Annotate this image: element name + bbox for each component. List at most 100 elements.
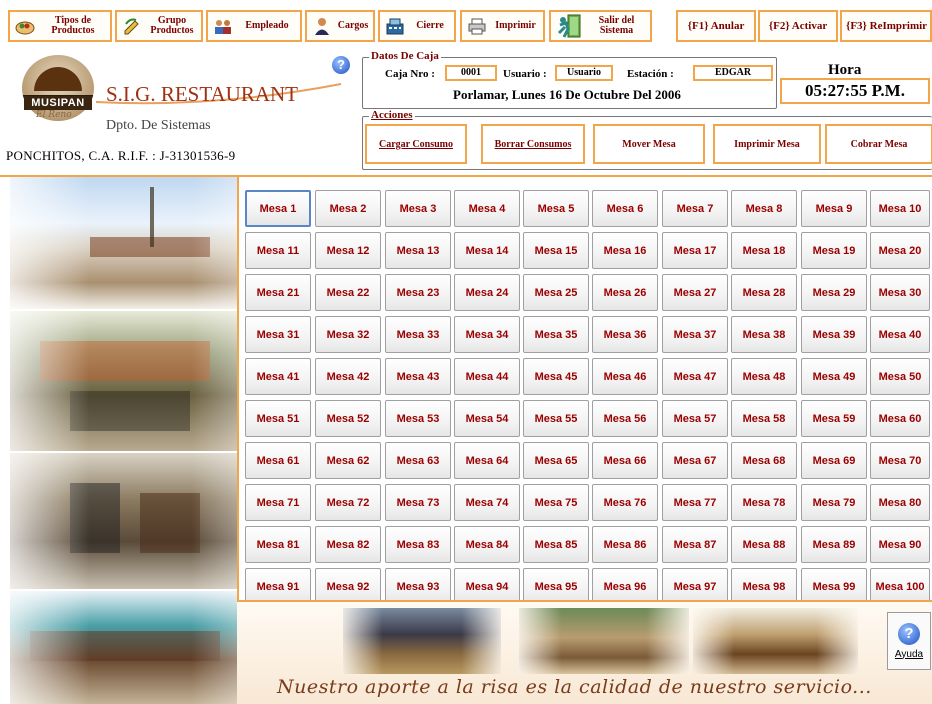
mesa-button-13[interactable]: Mesa 13 xyxy=(385,232,451,269)
imprimir-button[interactable]: Imprimir xyxy=(460,10,545,42)
mesa-button-26[interactable]: Mesa 26 xyxy=(592,274,658,311)
mesa-button-52[interactable]: Mesa 52 xyxy=(315,400,381,437)
mesa-button-64[interactable]: Mesa 64 xyxy=(454,442,520,479)
mesa-button-4[interactable]: Mesa 4 xyxy=(454,190,520,227)
mesa-button-50[interactable]: Mesa 50 xyxy=(870,358,930,395)
mesa-button-66[interactable]: Mesa 66 xyxy=(592,442,658,479)
empleado-button[interactable]: Empleado xyxy=(206,10,302,42)
mesa-button-89[interactable]: Mesa 89 xyxy=(801,526,867,563)
mesa-button-51[interactable]: Mesa 51 xyxy=(245,400,311,437)
f1-anular-button[interactable]: {F1} Anular xyxy=(676,10,756,42)
mesa-button-82[interactable]: Mesa 82 xyxy=(315,526,381,563)
mesa-button-61[interactable]: Mesa 61 xyxy=(245,442,311,479)
mesa-button-76[interactable]: Mesa 76 xyxy=(592,484,658,521)
mesa-button-84[interactable]: Mesa 84 xyxy=(454,526,520,563)
mesa-button-28[interactable]: Mesa 28 xyxy=(731,274,797,311)
mesa-button-83[interactable]: Mesa 83 xyxy=(385,526,451,563)
mesa-button-42[interactable]: Mesa 42 xyxy=(315,358,381,395)
mesa-button-55[interactable]: Mesa 55 xyxy=(523,400,589,437)
cobrar-mesa-button[interactable]: Cobrar Mesa xyxy=(825,124,932,164)
mesa-button-90[interactable]: Mesa 90 xyxy=(870,526,930,563)
mesa-button-9[interactable]: Mesa 9 xyxy=(801,190,867,227)
grupo-productos-button[interactable]: Grupo Productos xyxy=(115,10,203,42)
mesa-button-38[interactable]: Mesa 38 xyxy=(731,316,797,353)
mesa-button-67[interactable]: Mesa 67 xyxy=(662,442,728,479)
mesa-button-5[interactable]: Mesa 5 xyxy=(523,190,589,227)
mesa-button-10[interactable]: Mesa 10 xyxy=(870,190,930,227)
mesa-button-2[interactable]: Mesa 2 xyxy=(315,190,381,227)
salir-sistema-button[interactable]: Salir del Sistema xyxy=(549,10,652,42)
mesa-button-7[interactable]: Mesa 7 xyxy=(662,190,728,227)
mesa-button-18[interactable]: Mesa 18 xyxy=(731,232,797,269)
mesa-button-24[interactable]: Mesa 24 xyxy=(454,274,520,311)
f3-reimprimir-button[interactable]: {F3} ReImprimir xyxy=(840,10,932,42)
mesa-button-3[interactable]: Mesa 3 xyxy=(385,190,451,227)
mesa-button-31[interactable]: Mesa 31 xyxy=(245,316,311,353)
mesa-button-71[interactable]: Mesa 71 xyxy=(245,484,311,521)
mesa-button-68[interactable]: Mesa 68 xyxy=(731,442,797,479)
mesa-button-87[interactable]: Mesa 87 xyxy=(662,526,728,563)
mesa-button-69[interactable]: Mesa 69 xyxy=(801,442,867,479)
mesa-button-37[interactable]: Mesa 37 xyxy=(662,316,728,353)
mesa-button-56[interactable]: Mesa 56 xyxy=(592,400,658,437)
mesa-button-72[interactable]: Mesa 72 xyxy=(315,484,381,521)
mesa-button-75[interactable]: Mesa 75 xyxy=(523,484,589,521)
mesa-button-40[interactable]: Mesa 40 xyxy=(870,316,930,353)
mesa-button-19[interactable]: Mesa 19 xyxy=(801,232,867,269)
mesa-button-41[interactable]: Mesa 41 xyxy=(245,358,311,395)
cierre-button[interactable]: Cierre xyxy=(378,10,456,42)
mesa-button-39[interactable]: Mesa 39 xyxy=(801,316,867,353)
mesa-button-1[interactable]: Mesa 1 xyxy=(245,190,311,227)
mesa-button-88[interactable]: Mesa 88 xyxy=(731,526,797,563)
mesa-button-70[interactable]: Mesa 70 xyxy=(870,442,930,479)
ayuda-button[interactable]: ? Ayuda xyxy=(887,612,931,670)
mesa-button-85[interactable]: Mesa 85 xyxy=(523,526,589,563)
mesa-button-8[interactable]: Mesa 8 xyxy=(731,190,797,227)
mesa-button-48[interactable]: Mesa 48 xyxy=(731,358,797,395)
mesa-button-86[interactable]: Mesa 86 xyxy=(592,526,658,563)
cargos-button[interactable]: Cargos xyxy=(305,10,375,42)
mesa-button-27[interactable]: Mesa 27 xyxy=(662,274,728,311)
mesa-button-25[interactable]: Mesa 25 xyxy=(523,274,589,311)
mesa-button-77[interactable]: Mesa 77 xyxy=(662,484,728,521)
mesa-button-30[interactable]: Mesa 30 xyxy=(870,274,930,311)
mesa-button-73[interactable]: Mesa 73 xyxy=(385,484,451,521)
mesa-button-17[interactable]: Mesa 17 xyxy=(662,232,728,269)
mesa-button-57[interactable]: Mesa 57 xyxy=(662,400,728,437)
mesa-button-43[interactable]: Mesa 43 xyxy=(385,358,451,395)
mesa-button-49[interactable]: Mesa 49 xyxy=(801,358,867,395)
mesa-button-58[interactable]: Mesa 58 xyxy=(731,400,797,437)
mesa-button-6[interactable]: Mesa 6 xyxy=(592,190,658,227)
mesa-button-74[interactable]: Mesa 74 xyxy=(454,484,520,521)
mesa-button-54[interactable]: Mesa 54 xyxy=(454,400,520,437)
mesa-button-35[interactable]: Mesa 35 xyxy=(523,316,589,353)
mesa-button-21[interactable]: Mesa 21 xyxy=(245,274,311,311)
mesa-button-22[interactable]: Mesa 22 xyxy=(315,274,381,311)
mesa-button-15[interactable]: Mesa 15 xyxy=(523,232,589,269)
mesa-button-59[interactable]: Mesa 59 xyxy=(801,400,867,437)
mesa-button-79[interactable]: Mesa 79 xyxy=(801,484,867,521)
mesa-button-62[interactable]: Mesa 62 xyxy=(315,442,381,479)
mesa-button-65[interactable]: Mesa 65 xyxy=(523,442,589,479)
mesa-button-23[interactable]: Mesa 23 xyxy=(385,274,451,311)
mesa-button-36[interactable]: Mesa 36 xyxy=(592,316,658,353)
mesa-button-81[interactable]: Mesa 81 xyxy=(245,526,311,563)
mesa-button-53[interactable]: Mesa 53 xyxy=(385,400,451,437)
mesa-button-16[interactable]: Mesa 16 xyxy=(592,232,658,269)
mover-mesa-button[interactable]: Mover Mesa xyxy=(593,124,705,164)
mesa-button-20[interactable]: Mesa 20 xyxy=(870,232,930,269)
mesa-button-32[interactable]: Mesa 32 xyxy=(315,316,381,353)
mesa-button-78[interactable]: Mesa 78 xyxy=(731,484,797,521)
tipos-productos-button[interactable]: Tipos de Productos xyxy=(8,10,112,42)
mesa-button-60[interactable]: Mesa 60 xyxy=(870,400,930,437)
mesa-button-44[interactable]: Mesa 44 xyxy=(454,358,520,395)
mesa-button-47[interactable]: Mesa 47 xyxy=(662,358,728,395)
mesa-button-14[interactable]: Mesa 14 xyxy=(454,232,520,269)
mesa-button-11[interactable]: Mesa 11 xyxy=(245,232,311,269)
f2-activar-button[interactable]: {F2} Activar xyxy=(758,10,838,42)
mesa-button-45[interactable]: Mesa 45 xyxy=(523,358,589,395)
mesa-button-29[interactable]: Mesa 29 xyxy=(801,274,867,311)
cargar-consumo-button[interactable]: Cargar Consumo xyxy=(365,124,467,164)
mesa-button-12[interactable]: Mesa 12 xyxy=(315,232,381,269)
mesa-button-46[interactable]: Mesa 46 xyxy=(592,358,658,395)
